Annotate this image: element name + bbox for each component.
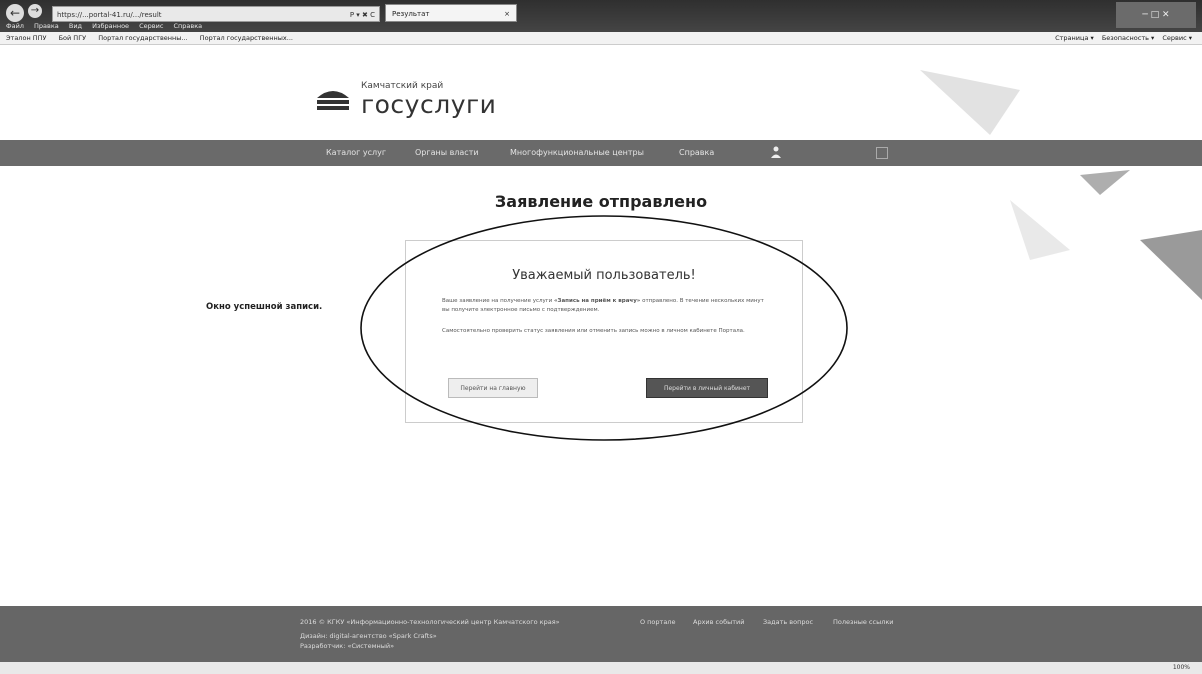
menu-item[interactable]: Избранное <box>92 22 129 30</box>
address-bar[interactable]: https://...portal-41.ru/.../result P ▾ ✖… <box>52 6 380 22</box>
menu-item[interactable]: Вид <box>69 22 82 30</box>
footer-copyright: 2016 © КГКУ «Информационно-технологическ… <box>300 618 560 626</box>
footer-link-about[interactable]: О портале <box>640 618 675 626</box>
nav-item-catalog[interactable]: Каталог услуг <box>326 140 386 166</box>
menu-item[interactable]: Сервис <box>139 22 163 30</box>
site-footer: 2016 © КГКУ «Информационно-технологическ… <box>0 606 1202 662</box>
tab-title: Результат <box>392 10 430 18</box>
user-icon[interactable] <box>771 146 781 158</box>
favorite-link[interactable]: Портал государственных... <box>200 34 293 42</box>
main-nav: Каталог услуг Органы власти Многофункцио… <box>0 140 1202 166</box>
window-controls[interactable]: ─ □ ✕ <box>1116 2 1196 28</box>
tab-result[interactable]: Результат × <box>385 4 517 22</box>
favorite-link[interactable]: Бой ПГУ <box>59 34 87 42</box>
menu-bar: Файл Правка Вид Избранное Сервис Справка <box>6 22 210 32</box>
command-bar: Страница ▾ Безопасность ▾ Сервис ▾ <box>1049 32 1192 44</box>
nav-item-help[interactable]: Справка <box>679 140 714 166</box>
menu-item[interactable]: Правка <box>34 22 59 30</box>
menu-item[interactable]: Справка <box>174 22 203 30</box>
tab-close-icon[interactable]: × <box>504 5 510 23</box>
command-page[interactable]: Страница ▾ <box>1055 34 1094 42</box>
address-text: https://...portal-41.ru/.../result <box>57 11 162 19</box>
footer-link-ask[interactable]: Задать вопрос <box>763 618 813 626</box>
favorite-link[interactable]: Эталон ППУ <box>6 34 47 42</box>
footer-developer[interactable]: Разработчик: «Системный» <box>300 642 394 650</box>
footer-link-archive[interactable]: Архив событий <box>693 618 744 626</box>
page-title: Заявление отправлено <box>494 192 708 211</box>
brand-title[interactable]: госуслуги <box>361 90 496 119</box>
nav-item-mfc[interactable]: Многофункциональные центры <box>510 140 644 166</box>
command-security[interactable]: Безопасность ▾ <box>1102 34 1154 42</box>
menu-item[interactable]: Файл <box>6 22 24 30</box>
logout-icon[interactable] <box>876 147 888 159</box>
footer-link-useful[interactable]: Полезные ссылки <box>833 618 894 626</box>
zoom-level[interactable]: 100% <box>1173 662 1190 674</box>
back-icon[interactable]: ← <box>6 4 24 22</box>
favorites-bar: Эталон ППУ Бой ПГУ Портал государственны… <box>0 32 1202 45</box>
favorite-link[interactable]: Портал государственны... <box>98 34 187 42</box>
nav-item-authorities[interactable]: Органы власти <box>415 140 479 166</box>
status-bar: 100% <box>0 662 1202 674</box>
address-controls[interactable]: P ▾ ✖ C <box>350 7 375 21</box>
footer-design[interactable]: Дизайн: digital-агентство «Spark Crafts» <box>300 632 437 640</box>
forward-icon[interactable]: → <box>28 4 42 18</box>
success-caption: Окно успешной записи. <box>206 302 323 312</box>
command-service[interactable]: Сервис ▾ <box>1162 34 1192 42</box>
glare-decoration <box>920 70 1202 300</box>
highlight-ellipse <box>360 215 848 441</box>
gosuslugi-logo-icon[interactable] <box>314 84 352 112</box>
